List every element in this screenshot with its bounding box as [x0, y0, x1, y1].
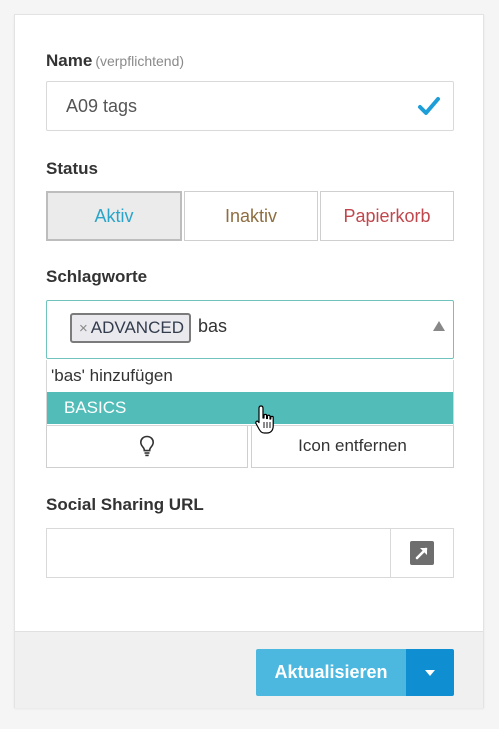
social-url-input[interactable] [47, 529, 391, 577]
status-option-inactive[interactable]: Inaktiv [184, 191, 318, 241]
tag-chip: × ADVANCED [70, 313, 191, 343]
remove-tag-icon[interactable]: × [79, 320, 88, 337]
suggestion-basics[interactable]: BASICS [47, 392, 453, 424]
name-label: Name (verpflichtend) [46, 51, 184, 71]
icon-picker-button[interactable] [46, 425, 248, 468]
status-option-trash[interactable]: Papierkorb [320, 191, 454, 241]
status-option-active[interactable]: Aktiv [46, 191, 182, 241]
tag-suggestions-dropdown: 'bas' hinzufügen BASICS [46, 360, 454, 426]
tag-chip-label: ADVANCED [90, 318, 184, 337]
status-label: Status [46, 159, 98, 178]
lightbulb-icon [139, 435, 155, 457]
name-input-value: A09 tags [66, 96, 138, 116]
external-link-icon [410, 541, 434, 565]
caret-up-icon[interactable] [433, 321, 445, 331]
suggestion-add-tag[interactable]: 'bas' hinzufügen [47, 360, 453, 392]
name-input[interactable]: A09 tags [46, 81, 454, 131]
social-url-label: Social Sharing URL [46, 495, 204, 514]
status-segmented-control: Aktiv Inaktiv Papierkorb [46, 191, 454, 241]
required-hint: (verpflichtend) [95, 53, 185, 69]
hand-cursor-icon [255, 405, 274, 434]
tag-typed-text[interactable]: bas [198, 316, 227, 337]
caret-down-icon [425, 669, 435, 676]
edit-form-card: Name (verpflichtend) A09 tags Status Akti… [14, 14, 484, 708]
tags-label: Schlagworte [46, 267, 148, 286]
tags-input[interactable]: × ADVANCED bas [46, 300, 454, 359]
icon-controls: Icon entfernen [46, 425, 454, 468]
social-url-field [46, 528, 454, 578]
open-url-button[interactable] [390, 529, 453, 577]
update-dropdown-button[interactable] [406, 649, 454, 696]
check-icon [418, 97, 440, 115]
remove-icon-button[interactable]: Icon entfernen [251, 425, 454, 468]
form-footer: Aktualisieren [15, 631, 483, 708]
update-button[interactable]: Aktualisieren [256, 649, 406, 696]
name-label-text: Name [46, 51, 93, 70]
